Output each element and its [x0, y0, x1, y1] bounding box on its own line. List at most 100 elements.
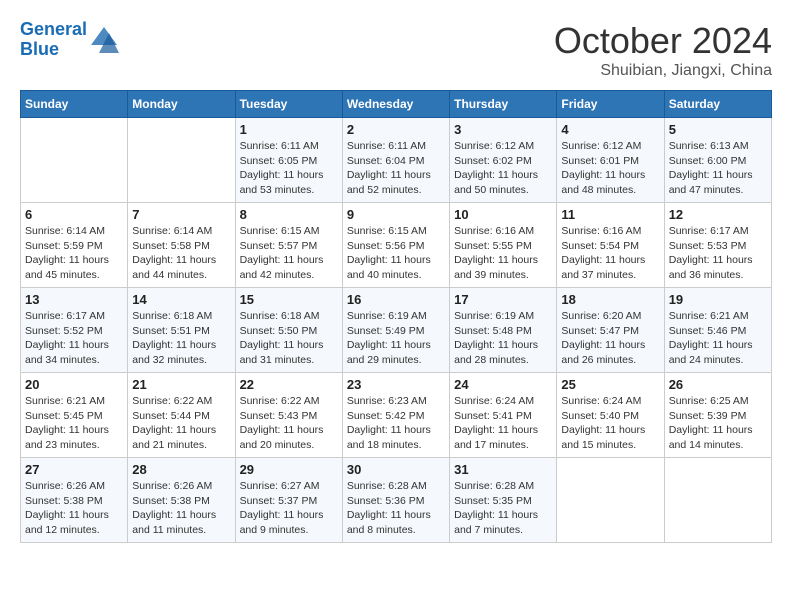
day-number: 22	[240, 377, 338, 392]
day-info: Sunrise: 6:21 AM Sunset: 5:46 PM Dayligh…	[669, 309, 767, 368]
weekday-header: Saturday	[664, 91, 771, 118]
weekday-header: Tuesday	[235, 91, 342, 118]
calendar-day-cell: 28Sunrise: 6:26 AM Sunset: 5:38 PM Dayli…	[128, 458, 235, 543]
calendar-day-cell: 21 Sunrise: 6:22 AM Sunset: 5:44 PM Dayli…	[128, 373, 235, 458]
weekday-header: Monday	[128, 91, 235, 118]
day-number: 9	[347, 207, 445, 222]
calendar-day-cell: 26 Sunrise: 6:25 AM Sunset: 5:39 PM Dayli…	[664, 373, 771, 458]
day-number: 16	[347, 292, 445, 307]
day-number: 21	[132, 377, 230, 392]
day-info: Sunrise: 6:16 AM Sunset: 5:55 PM Dayligh…	[454, 224, 552, 283]
calendar-header-row: SundayMondayTuesdayWednesdayThursdayFrid…	[21, 91, 772, 118]
day-number: 12	[669, 207, 767, 222]
day-number: 14	[132, 292, 230, 307]
calendar-day-cell: 23Sunrise: 6:23 AM Sunset: 5:42 PM Dayli…	[342, 373, 449, 458]
day-number: 4	[561, 122, 659, 137]
day-info: Sunrise: 6:22 AM Sunset: 5:43 PM Dayligh…	[240, 394, 338, 453]
day-number: 7	[132, 207, 230, 222]
day-info: Sunrise: 6:11 AM Sunset: 6:04 PM Dayligh…	[347, 139, 445, 198]
calendar-week-row: 6 Sunrise: 6:14 AM Sunset: 5:59 PM Daylig…	[21, 203, 772, 288]
calendar-day-cell: 15Sunrise: 6:18 AM Sunset: 5:50 PM Dayli…	[235, 288, 342, 373]
day-info: Sunrise: 6:14 AM Sunset: 5:59 PM Dayligh…	[25, 224, 123, 283]
day-info: Sunrise: 6:25 AM Sunset: 5:39 PM Dayligh…	[669, 394, 767, 453]
day-number: 17	[454, 292, 552, 307]
day-info: Sunrise: 6:12 AM Sunset: 6:02 PM Dayligh…	[454, 139, 552, 198]
calendar-day-cell: 19 Sunrise: 6:21 AM Sunset: 5:46 PM Dayli…	[664, 288, 771, 373]
calendar-day-cell: 16 Sunrise: 6:19 AM Sunset: 5:49 PM Dayli…	[342, 288, 449, 373]
day-info: Sunrise: 6:26 AM Sunset: 5:38 PM Dayligh…	[25, 479, 123, 538]
day-number: 2	[347, 122, 445, 137]
calendar-week-row: 20Sunrise: 6:21 AM Sunset: 5:45 PM Dayli…	[21, 373, 772, 458]
day-info: Sunrise: 6:28 AM Sunset: 5:36 PM Dayligh…	[347, 479, 445, 538]
calendar-week-row: 1Sunrise: 6:11 AM Sunset: 6:05 PM Daylig…	[21, 118, 772, 203]
day-info: Sunrise: 6:22 AM Sunset: 5:44 PM Dayligh…	[132, 394, 230, 453]
calendar-day-cell: 29 Sunrise: 6:27 AM Sunset: 5:37 PM Dayli…	[235, 458, 342, 543]
calendar-day-cell: 2 Sunrise: 6:11 AM Sunset: 6:04 PM Daylig…	[342, 118, 449, 203]
day-info: Sunrise: 6:27 AM Sunset: 5:37 PM Dayligh…	[240, 479, 338, 538]
calendar-day-cell: 20Sunrise: 6:21 AM Sunset: 5:45 PM Dayli…	[21, 373, 128, 458]
day-number: 24	[454, 377, 552, 392]
calendar-day-cell: 25 Sunrise: 6:24 AM Sunset: 5:40 PM Dayli…	[557, 373, 664, 458]
day-number: 23	[347, 377, 445, 392]
day-info: Sunrise: 6:15 AM Sunset: 5:57 PM Dayligh…	[240, 224, 338, 283]
page-header: GeneralBlue October 2024 Shuibian, Jiang…	[20, 20, 772, 80]
day-number: 18	[561, 292, 659, 307]
calendar-week-row: 13 Sunrise: 6:17 AM Sunset: 5:52 PM Dayli…	[21, 288, 772, 373]
day-info: Sunrise: 6:24 AM Sunset: 5:41 PM Dayligh…	[454, 394, 552, 453]
day-info: Sunrise: 6:17 AM Sunset: 5:52 PM Dayligh…	[25, 309, 123, 368]
calendar-day-cell: 8 Sunrise: 6:15 AM Sunset: 5:57 PM Daylig…	[235, 203, 342, 288]
calendar-day-cell	[664, 458, 771, 543]
calendar-day-cell: 10 Sunrise: 6:16 AM Sunset: 5:55 PM Dayli…	[450, 203, 557, 288]
calendar-day-cell: 30 Sunrise: 6:28 AM Sunset: 5:36 PM Dayli…	[342, 458, 449, 543]
day-info: Sunrise: 6:14 AM Sunset: 5:58 PM Dayligh…	[132, 224, 230, 283]
calendar-day-cell	[557, 458, 664, 543]
calendar-day-cell: 9 Sunrise: 6:15 AM Sunset: 5:56 PM Daylig…	[342, 203, 449, 288]
calendar-day-cell	[128, 118, 235, 203]
day-info: Sunrise: 6:16 AM Sunset: 5:54 PM Dayligh…	[561, 224, 659, 283]
calendar-day-cell	[21, 118, 128, 203]
calendar-day-cell: 18 Sunrise: 6:20 AM Sunset: 5:47 PM Dayli…	[557, 288, 664, 373]
day-info: Sunrise: 6:24 AM Sunset: 5:40 PM Dayligh…	[561, 394, 659, 453]
day-number: 30	[347, 462, 445, 477]
calendar-day-cell: 13 Sunrise: 6:17 AM Sunset: 5:52 PM Dayli…	[21, 288, 128, 373]
day-info: Sunrise: 6:19 AM Sunset: 5:48 PM Dayligh…	[454, 309, 552, 368]
calendar-day-cell: 24 Sunrise: 6:24 AM Sunset: 5:41 PM Dayli…	[450, 373, 557, 458]
day-number: 29	[240, 462, 338, 477]
calendar-day-cell: 5Sunrise: 6:13 AM Sunset: 6:00 PM Daylig…	[664, 118, 771, 203]
location-subtitle: Shuibian, Jiangxi, China	[554, 62, 772, 80]
month-title: October 2024	[554, 20, 772, 62]
day-number: 31	[454, 462, 552, 477]
day-info: Sunrise: 6:18 AM Sunset: 5:50 PM Dayligh…	[240, 309, 338, 368]
day-number: 20	[25, 377, 123, 392]
day-info: Sunrise: 6:12 AM Sunset: 6:01 PM Dayligh…	[561, 139, 659, 198]
day-info: Sunrise: 6:19 AM Sunset: 5:49 PM Dayligh…	[347, 309, 445, 368]
title-block: October 2024 Shuibian, Jiangxi, China	[554, 20, 772, 80]
calendar-table: SundayMondayTuesdayWednesdayThursdayFrid…	[20, 90, 772, 543]
day-info: Sunrise: 6:17 AM Sunset: 5:53 PM Dayligh…	[669, 224, 767, 283]
day-number: 8	[240, 207, 338, 222]
day-number: 5	[669, 122, 767, 137]
logo-icon	[89, 25, 119, 55]
day-info: Sunrise: 6:11 AM Sunset: 6:05 PM Dayligh…	[240, 139, 338, 198]
day-number: 6	[25, 207, 123, 222]
day-info: Sunrise: 6:20 AM Sunset: 5:47 PM Dayligh…	[561, 309, 659, 368]
day-info: Sunrise: 6:26 AM Sunset: 5:38 PM Dayligh…	[132, 479, 230, 538]
day-number: 3	[454, 122, 552, 137]
day-info: Sunrise: 6:15 AM Sunset: 5:56 PM Dayligh…	[347, 224, 445, 283]
day-info: Sunrise: 6:28 AM Sunset: 5:35 PM Dayligh…	[454, 479, 552, 538]
calendar-day-cell: 4 Sunrise: 6:12 AM Sunset: 6:01 PM Daylig…	[557, 118, 664, 203]
weekday-header: Friday	[557, 91, 664, 118]
day-number: 10	[454, 207, 552, 222]
calendar-day-cell: 1Sunrise: 6:11 AM Sunset: 6:05 PM Daylig…	[235, 118, 342, 203]
weekday-header: Thursday	[450, 91, 557, 118]
calendar-day-cell: 11 Sunrise: 6:16 AM Sunset: 5:54 PM Dayli…	[557, 203, 664, 288]
day-number: 19	[669, 292, 767, 307]
day-number: 11	[561, 207, 659, 222]
day-number: 26	[669, 377, 767, 392]
calendar-day-cell: 31 Sunrise: 6:28 AM Sunset: 5:35 PM Dayli…	[450, 458, 557, 543]
day-number: 25	[561, 377, 659, 392]
calendar-day-cell: 7 Sunrise: 6:14 AM Sunset: 5:58 PM Daylig…	[128, 203, 235, 288]
logo-text: GeneralBlue	[20, 20, 87, 60]
weekday-header: Sunday	[21, 91, 128, 118]
day-number: 13	[25, 292, 123, 307]
